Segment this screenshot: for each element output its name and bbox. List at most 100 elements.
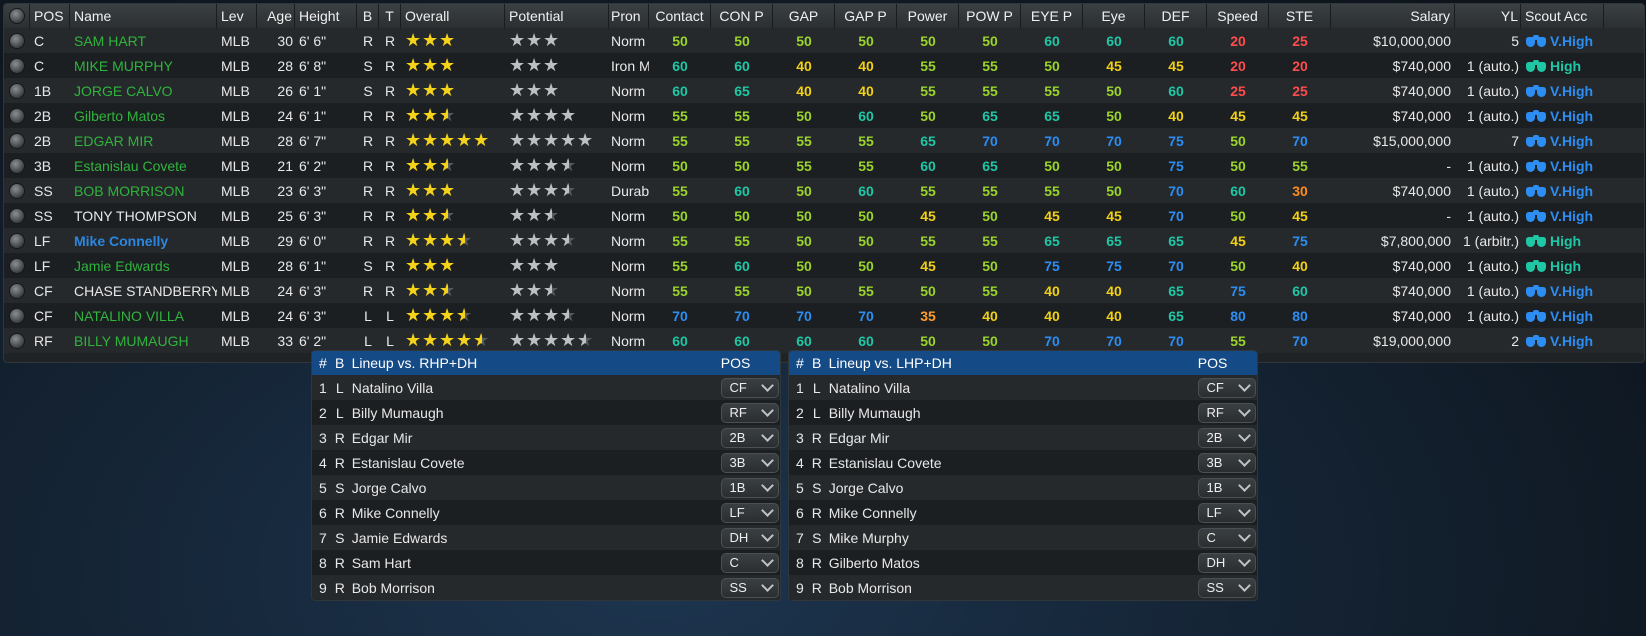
col-header-bats[interactable]: B (357, 4, 379, 28)
player-row[interactable]: LF Mike ConnellyMLB 29 6' 0" RR Norm 55 55 50 50 5… (4, 228, 1644, 253)
row-select-toggle[interactable] (4, 257, 30, 274)
lineup-row[interactable]: 8 R Sam Hart C (312, 550, 780, 575)
position-dropdown[interactable]: RF (720, 402, 779, 423)
position-dropdown[interactable]: 2B (720, 427, 779, 448)
row-select-toggle[interactable] (4, 182, 30, 199)
lineup-player-name[interactable]: Bob Morrison (348, 580, 721, 596)
position-dropdown[interactable]: CF (720, 377, 779, 398)
lineup-row[interactable]: 9 R Bob Morrison SS (312, 575, 780, 600)
position-dropdown[interactable]: LF (720, 502, 779, 523)
player-name-link[interactable]: Mike Connelly (70, 233, 217, 249)
player-row[interactable]: 2B Gilberto MatosMLB 24 6' 1" RR Norm 55 55 50 60… (4, 103, 1644, 128)
col-header-pos[interactable]: POS (30, 4, 70, 28)
lineup-player-name[interactable]: Mike Connelly (825, 505, 1198, 521)
row-select-toggle[interactable] (4, 132, 30, 149)
lineup-row[interactable]: 4 R Estanislau Covete 3B (312, 450, 780, 475)
col-header-contact[interactable]: Contact (649, 4, 711, 28)
lineup-row[interactable]: 9 R Bob Morrison SS (789, 575, 1257, 600)
col-header-gap-p[interactable]: GAP P (835, 4, 897, 28)
select-all-toggle[interactable] (4, 4, 30, 28)
lineup-row[interactable]: 1 L Natalino Villa CF (789, 375, 1257, 400)
position-dropdown[interactable]: SS (720, 577, 779, 598)
lineup-player-name[interactable]: Natalino Villa (348, 380, 721, 396)
col-header-eye[interactable]: Eye (1083, 4, 1145, 28)
col-header-throws[interactable]: T (379, 4, 401, 28)
lineup-row[interactable]: 7 S Jamie Edwards DH (312, 525, 780, 550)
lineup-row[interactable]: 6 R Mike Connelly LF (312, 500, 780, 525)
row-select-toggle[interactable] (4, 282, 30, 299)
lineup-row[interactable]: 4 R Estanislau Covete 3B (789, 450, 1257, 475)
lineup-row[interactable]: 8 R Gilberto Matos DH (789, 550, 1257, 575)
player-name-link[interactable]: Jamie Edwards (70, 258, 217, 274)
col-header-yl[interactable]: YL (1455, 4, 1521, 28)
player-row[interactable]: 1B JORGE CALVOMLB 26 6' 1" SR Norm 60 65 40 40 55 5… (4, 78, 1644, 103)
player-name-link[interactable]: TONY THOMPSON (70, 208, 217, 224)
player-row[interactable]: SS TONY THOMPSONMLB 25 6' 3" RR Norm 50 50 50 50 4… (4, 203, 1644, 228)
lineup-row[interactable]: 3 R Edgar Mir 2B (312, 425, 780, 450)
player-name-link[interactable]: BOB MORRISON (70, 183, 217, 199)
row-select-toggle[interactable] (4, 332, 30, 349)
position-dropdown[interactable]: SS (1197, 577, 1256, 598)
player-row[interactable]: C MIKE MURPHYMLB 28 6' 8" SR Iron M 60 60 40 40 55… (4, 53, 1644, 78)
lineup-row[interactable]: 2 L Billy Mumaugh RF (312, 400, 780, 425)
lineup-player-name[interactable]: Sam Hart (348, 555, 721, 571)
col-header-lev[interactable]: Lev (217, 4, 257, 28)
position-dropdown[interactable]: 3B (720, 452, 779, 473)
player-name-link[interactable]: Estanislau Covete (70, 158, 217, 174)
lineup-player-name[interactable]: Edgar Mir (348, 430, 721, 446)
lineup-row[interactable]: 7 S Mike Murphy C (789, 525, 1257, 550)
col-header-age[interactable]: Age (257, 4, 295, 28)
lineup-player-name[interactable]: Billy Mumaugh (825, 405, 1198, 421)
lineup-row[interactable]: 5 S Jorge Calvo 1B (312, 475, 780, 500)
col-header-pow-p[interactable]: POW P (959, 4, 1021, 28)
position-dropdown[interactable]: C (720, 552, 779, 573)
player-name-link[interactable]: MIKE MURPHY (70, 58, 217, 74)
col-header-overall[interactable]: Overall (401, 4, 505, 28)
player-name-link[interactable]: EDGAR MIR (70, 133, 217, 149)
lineup-player-name[interactable]: Jorge Calvo (348, 480, 721, 496)
row-select-toggle[interactable] (4, 232, 30, 249)
col-header-eye-p[interactable]: EYE P (1021, 4, 1083, 28)
position-dropdown[interactable]: 2B (1197, 427, 1256, 448)
player-name-link[interactable]: NATALINO VILLA (70, 308, 217, 324)
player-row[interactable]: CF NATALINO VILLAMLB 24 6' 3" LL Norm 70 70 70 70… (4, 303, 1644, 328)
player-name-link[interactable]: JORGE CALVO (70, 83, 217, 99)
player-name-link[interactable]: CHASE STANDBERRY (70, 283, 217, 299)
row-select-toggle[interactable] (4, 82, 30, 99)
col-header-gap[interactable]: GAP (773, 4, 835, 28)
player-row[interactable]: LF Jamie EdwardsMLB 28 6' 1" SR Norm 55 60 50 50 4… (4, 253, 1644, 278)
player-row[interactable]: 3B Estanislau CoveteMLB 21 6' 2" RR Norm 50 50 5… (4, 153, 1644, 178)
row-select-toggle[interactable] (4, 157, 30, 174)
position-dropdown[interactable]: C (1197, 527, 1256, 548)
player-row[interactable]: CF CHASE STANDBERRYMLB 24 6' 3" RR Norm 55 55 50… (4, 278, 1644, 303)
player-name-link[interactable]: SAM HART (70, 33, 217, 49)
position-dropdown[interactable]: 3B (1197, 452, 1256, 473)
lineup-player-name[interactable]: Billy Mumaugh (348, 405, 721, 421)
row-select-toggle[interactable] (4, 107, 30, 124)
lineup-player-name[interactable]: Estanislau Covete (825, 455, 1198, 471)
col-header-speed[interactable]: Speed (1207, 4, 1269, 28)
col-header-pron[interactable]: Pron (609, 4, 649, 28)
lineup-player-name[interactable]: Mike Connelly (348, 505, 721, 521)
col-header-def[interactable]: DEF (1145, 4, 1207, 28)
lineup-row[interactable]: 3 R Edgar Mir 2B (789, 425, 1257, 450)
position-dropdown[interactable]: DH (1197, 552, 1256, 573)
lineup-player-name[interactable]: Jorge Calvo (825, 480, 1198, 496)
lineup-player-name[interactable]: Mike Murphy (825, 530, 1198, 546)
position-dropdown[interactable]: 1B (720, 477, 779, 498)
player-row[interactable]: SS BOB MORRISONMLB 23 6' 3" RR Durab 55 60 50 60 5… (4, 178, 1644, 203)
lineup-row[interactable]: 6 R Mike Connelly LF (789, 500, 1257, 525)
lineup-player-name[interactable]: Edgar Mir (825, 430, 1198, 446)
player-row[interactable]: C SAM HARTMLB 30 6' 6" RR Norm 50 50 50 50 50 50 60 6… (4, 28, 1644, 53)
player-row[interactable]: 2B EDGAR MIRMLB 28 6' 7" RR Norm 55 55 55 55 65 70 7… (4, 128, 1644, 153)
lineup-player-name[interactable]: Bob Morrison (825, 580, 1198, 596)
position-dropdown[interactable]: CF (1197, 377, 1256, 398)
row-select-toggle[interactable] (4, 57, 30, 74)
player-name-link[interactable]: BILLY MUMAUGH (70, 333, 217, 349)
row-select-toggle[interactable] (4, 207, 30, 224)
row-select-toggle[interactable] (4, 307, 30, 324)
position-dropdown[interactable]: RF (1197, 402, 1256, 423)
lineup-row[interactable]: 1 L Natalino Villa CF (312, 375, 780, 400)
col-header-name[interactable]: Name (70, 4, 217, 28)
position-dropdown[interactable]: 1B (1197, 477, 1256, 498)
